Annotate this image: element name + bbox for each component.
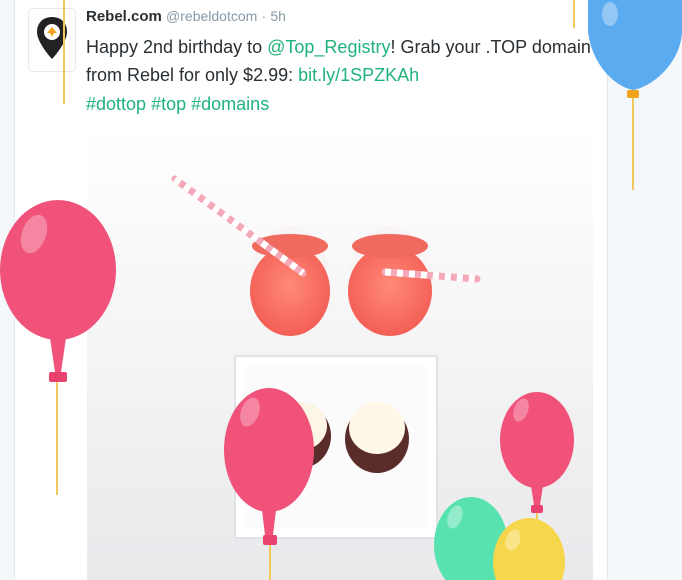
url-link[interactable]: bit.ly/1SPZKAh <box>298 65 419 85</box>
tweet-text: Happy 2nd birthday to @Top_Registry! Gra… <box>86 33 601 89</box>
hashtag-link[interactable]: #domains <box>191 94 269 114</box>
tweet-photo[interactable] <box>87 131 593 580</box>
avatar[interactable] <box>28 8 76 72</box>
tweet-text-part1: Happy 2nd birthday to <box>86 37 268 57</box>
hashtag-list: #dottop #top #domains <box>86 90 269 118</box>
tweet-header: Rebel.com @rebeldotcom · 5h <box>86 8 286 25</box>
header-separator: · <box>261 8 267 24</box>
hashtag-link[interactable]: #dottop <box>86 94 146 114</box>
drinks-and-cupcakes-photo <box>87 131 593 580</box>
hashtag-link[interactable]: #top <box>151 94 186 114</box>
rebel-logo-icon <box>37 17 67 59</box>
author-handle[interactable]: @rebeldotcom <box>166 8 257 24</box>
tweet-timestamp[interactable]: 5h <box>270 8 286 24</box>
author-name[interactable]: Rebel.com <box>86 8 162 25</box>
mention-link[interactable]: @Top_Registry <box>267 37 390 57</box>
